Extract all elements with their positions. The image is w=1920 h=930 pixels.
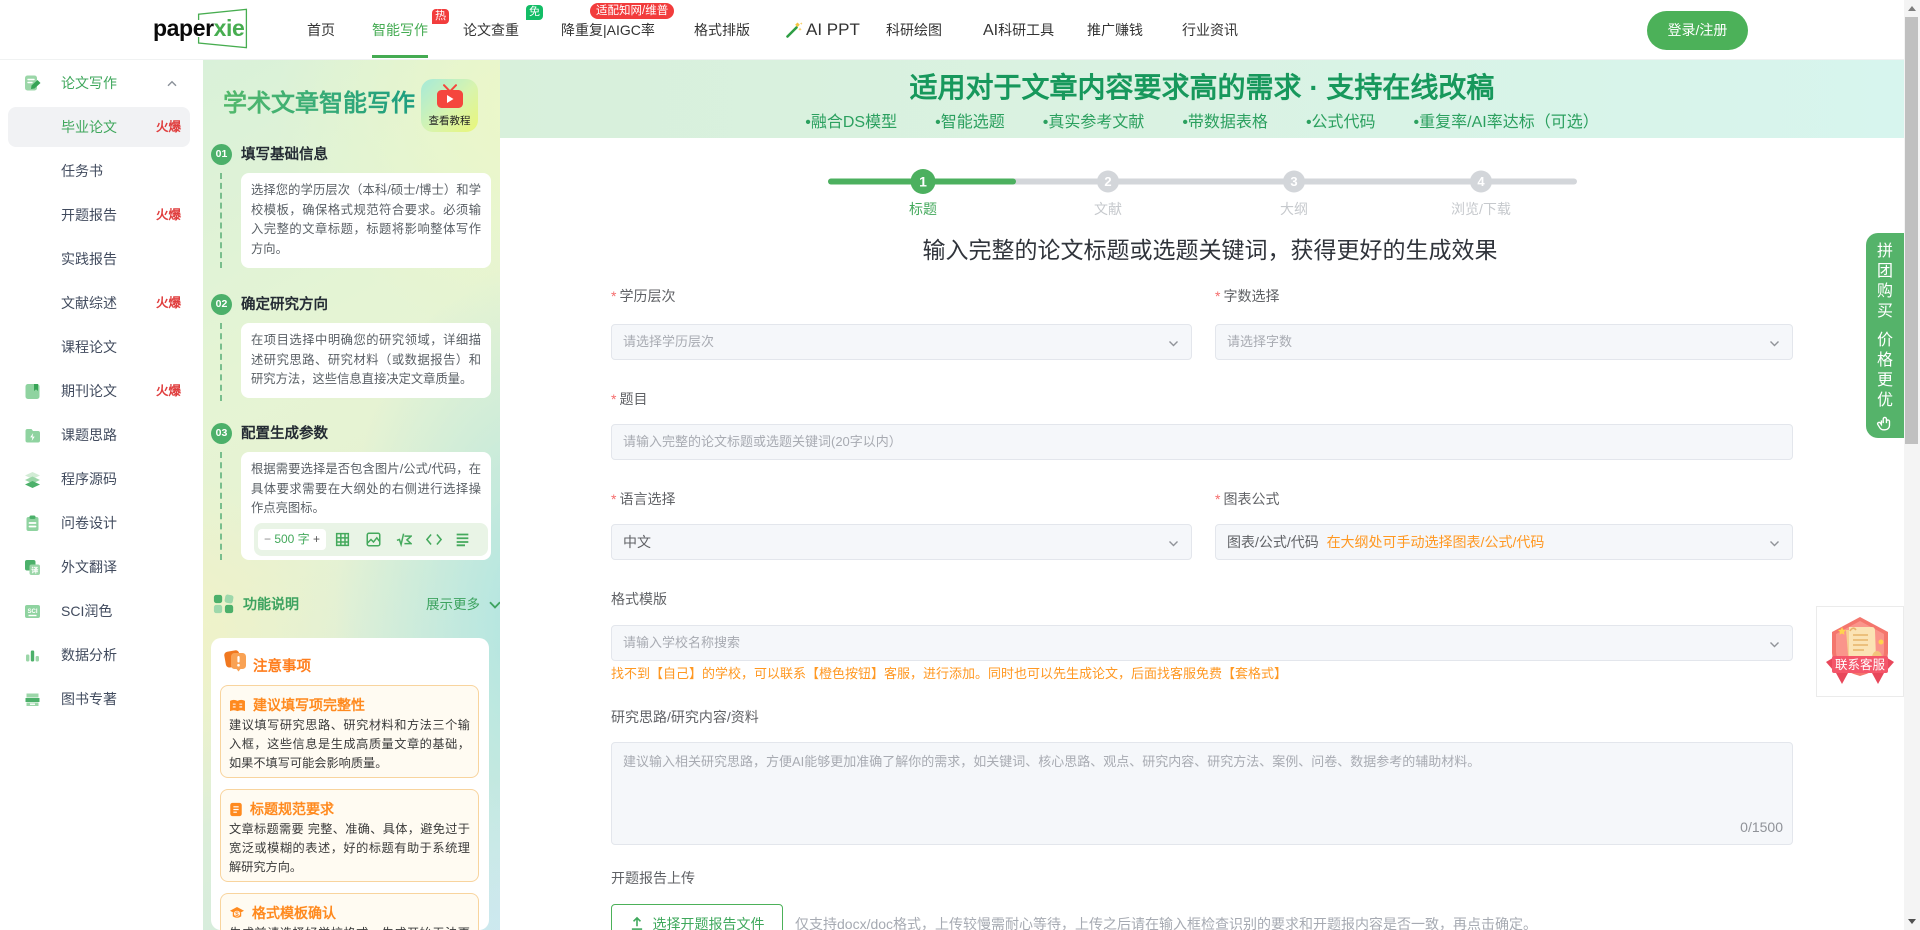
svg-text:SCI: SCI	[27, 609, 37, 615]
svg-text:标题: 标题	[909, 201, 937, 217]
svg-text:$: $	[235, 911, 239, 918]
svg-text:4: 4	[1477, 174, 1485, 189]
svg-text:文献: 文献	[1094, 201, 1122, 217]
svg-text:大纲: 大纲	[1280, 201, 1308, 217]
svg-text:浏览/下载: 浏览/下载	[1451, 201, 1511, 217]
svg-text:译: 译	[31, 566, 39, 575]
svg-text:3: 3	[1290, 174, 1297, 189]
svg-text:联系客服: 联系客服	[1835, 657, 1886, 672]
svg-text:2: 2	[1104, 174, 1111, 189]
svg-text:1: 1	[919, 174, 927, 190]
